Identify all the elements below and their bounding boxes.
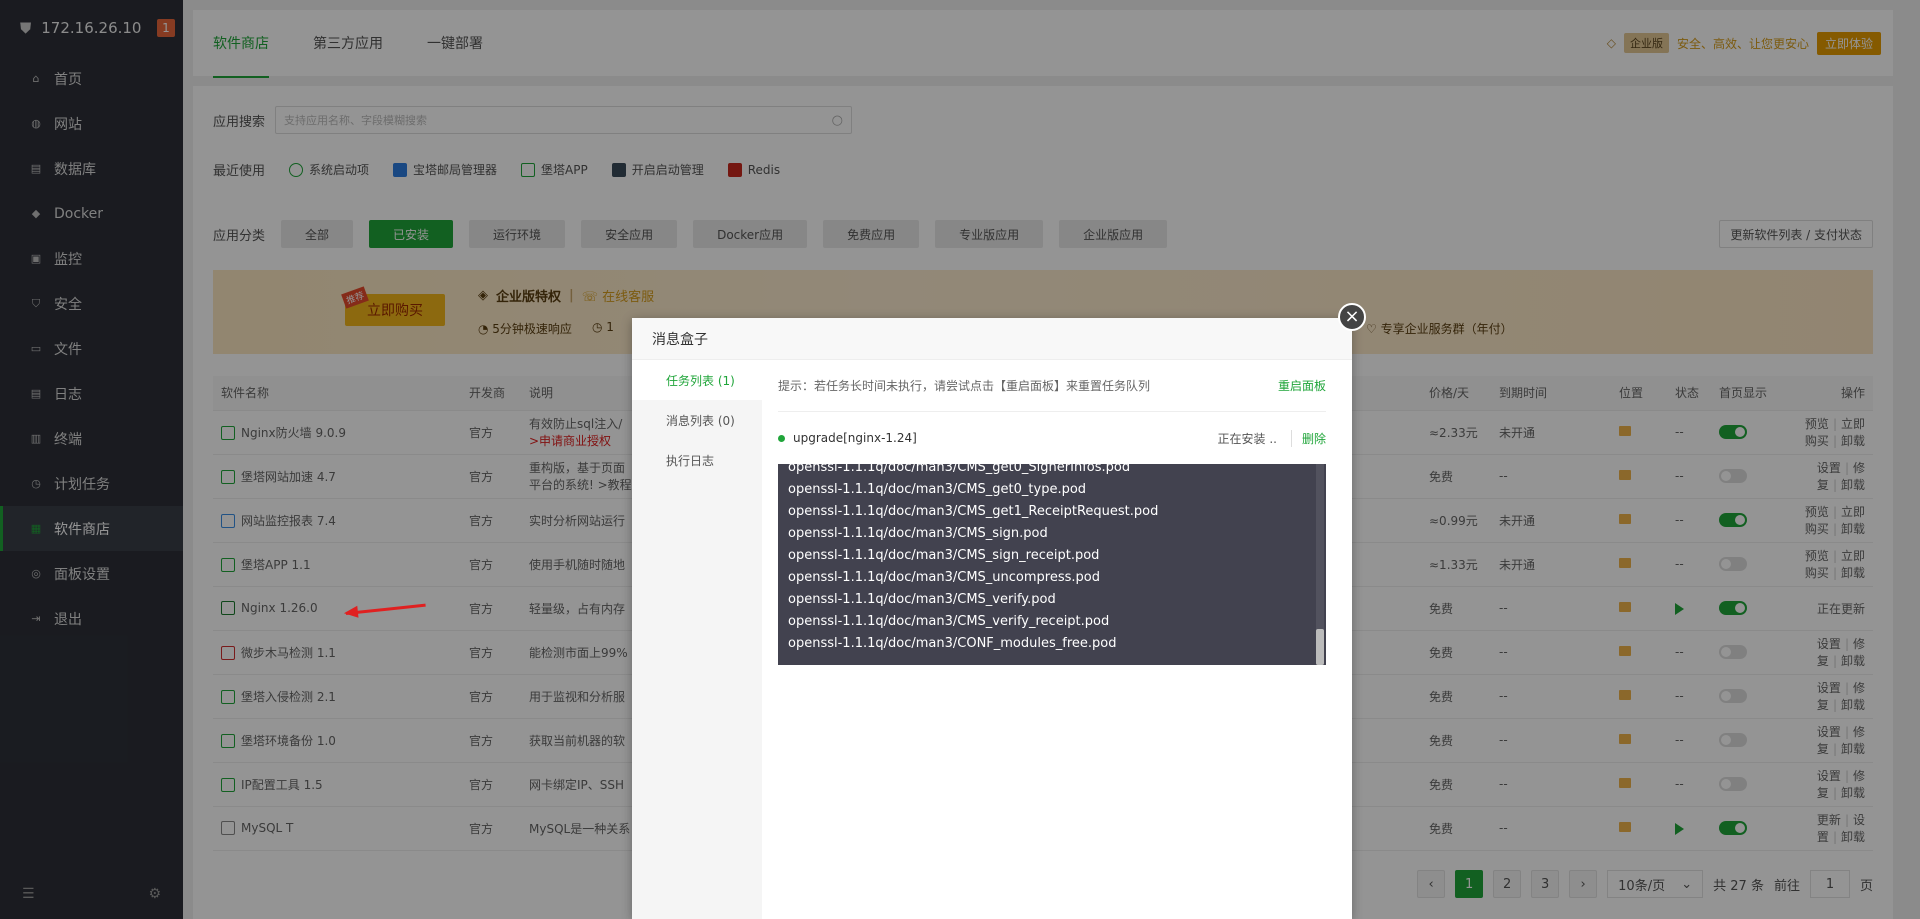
log-line: openssl-1.1.1q/doc/man3/CMS_verify_recei… — [788, 614, 1110, 629]
tab-message-list[interactable]: 消息列表 (0) — [632, 400, 762, 440]
message-box-dialog: 消息盒子 任务列表 (1) 消息列表 (0) 执行日志 提示：若任务长时间未执行… — [632, 318, 1352, 919]
log-line: openssl-1.1.1q/doc/man3/CMS_get0_SignerI… — [788, 464, 1131, 475]
status-dot-icon — [778, 434, 785, 442]
delete-task-link[interactable]: 删除 — [1290, 429, 1326, 447]
tab-exec-log[interactable]: 执行日志 — [632, 440, 762, 480]
log-line: openssl-1.1.1q/doc/man3/CMS_sign.pod — [788, 526, 1048, 541]
hint-text: 提示：若任务长时间未执行，请尝试点击【重启面板】来重置任务队列 — [778, 379, 1151, 393]
log-scrollbar-thumb[interactable] — [1316, 629, 1324, 665]
log-line: openssl-1.1.1q/doc/man3/CMS_get0_type.po… — [788, 482, 1087, 497]
dialog-body: 提示：若任务长时间未执行，请尝试点击【重启面板】来重置任务队列 重启面板 upg… — [778, 360, 1326, 919]
close-dialog-icon[interactable]: × — [1338, 303, 1366, 331]
task-name: upgrade[nginx-1.24] — [793, 431, 917, 445]
log-line: openssl-1.1.1q/doc/man3/CONF_modules_fre… — [788, 636, 1117, 651]
log-line: openssl-1.1.1q/doc/man3/CMS_verify.pod — [788, 592, 1056, 607]
log-line: openssl-1.1.1q/doc/man3/CMS_get1_Receipt… — [788, 504, 1159, 519]
dialog-sidebar: 任务列表 (1) 消息列表 (0) 执行日志 — [632, 360, 762, 919]
install-log-console[interactable]: openssl-1.1.1q/doc/man3/CMS_get0_SignerI… — [778, 464, 1326, 665]
tab-task-list[interactable]: 任务列表 (1) — [632, 360, 762, 400]
task-hint: 提示：若任务长时间未执行，请尝试点击【重启面板】来重置任务队列 重启面板 — [778, 360, 1326, 412]
task-item: upgrade[nginx-1.24] 正在安装 .. 删除 — [778, 412, 1326, 464]
log-line: openssl-1.1.1q/doc/man3/CMS_uncompress.p… — [788, 570, 1100, 585]
log-line: openssl-1.1.1q/doc/man3/CMS_sign_receipt… — [788, 548, 1100, 563]
restart-panel-link[interactable]: 重启面板 — [1278, 377, 1326, 394]
task-state: 正在安装 .. — [1217, 431, 1277, 446]
dialog-title: 消息盒子 — [632, 318, 1352, 360]
